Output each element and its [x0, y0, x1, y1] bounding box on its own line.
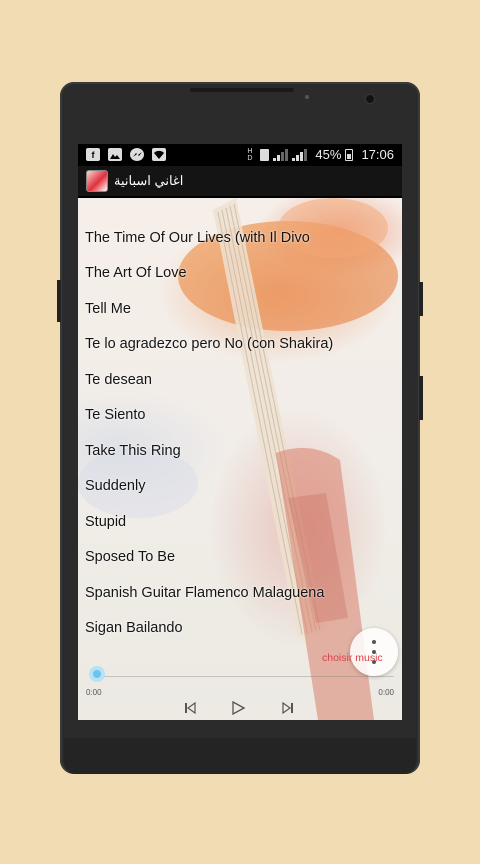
- facebook-icon: f: [86, 148, 100, 161]
- song-item[interactable]: Sigan Bailando: [85, 611, 339, 647]
- play-icon[interactable]: [230, 700, 246, 716]
- song-item[interactable]: Suddenly: [85, 469, 339, 505]
- signal-icon: [273, 148, 289, 161]
- wifi-icon: [152, 148, 166, 161]
- side-button: [419, 376, 423, 420]
- app-bar: اغاني اسبانية: [78, 166, 402, 196]
- volume-button: [57, 280, 61, 322]
- seek-bar[interactable]: [94, 676, 394, 677]
- song-item[interactable]: Stupid: [85, 504, 339, 540]
- song-item[interactable]: Take This Ring: [85, 433, 339, 469]
- song-item[interactable]: Te lo agradezco pero No (con Shakira): [85, 327, 339, 363]
- hd-icon: HD: [247, 147, 253, 162]
- seek-thumb[interactable]: [89, 666, 105, 682]
- song-list: The Time Of Our Lives (with Il Divo The …: [85, 220, 339, 646]
- song-item[interactable]: Te desean: [85, 362, 339, 398]
- status-bar: f HD 45% 17:06: [78, 144, 402, 166]
- song-item[interactable]: The Time Of Our Lives (with Il Divo: [85, 220, 339, 256]
- current-time: 0:00: [86, 688, 102, 697]
- song-item[interactable]: Sposed To Be: [85, 540, 339, 576]
- battery-percent: 45%: [315, 147, 342, 162]
- song-item[interactable]: Tell Me: [85, 291, 339, 327]
- app-title: اغاني اسبانية: [114, 173, 184, 188]
- song-item[interactable]: The Art Of Love: [85, 256, 339, 292]
- battery-icon: [345, 148, 354, 161]
- power-button: [419, 282, 423, 316]
- proximity-sensor: [305, 95, 309, 99]
- sim-icon: [260, 148, 270, 161]
- gallery-icon: [108, 148, 122, 161]
- next-icon[interactable]: [280, 700, 296, 716]
- app-logo-icon[interactable]: [86, 170, 108, 192]
- song-list-area: The Time Of Our Lives (with Il Divo The …: [78, 198, 402, 720]
- earpiece-speaker: [190, 88, 294, 92]
- choose-music-label[interactable]: choisir music: [322, 652, 383, 664]
- total-time: 0:00: [378, 688, 394, 697]
- clock: 17:06: [361, 147, 394, 162]
- messenger-icon: [130, 148, 144, 161]
- previous-icon[interactable]: [182, 700, 198, 716]
- song-item[interactable]: Spanish Guitar Flamenco Malaguena: [85, 575, 339, 611]
- phone-chin: [64, 738, 416, 774]
- phone-screen: f HD 45% 17:06 اغاني اسبانية The Time Of…: [78, 144, 402, 720]
- song-item[interactable]: Te Siento: [85, 398, 339, 434]
- signal-icon-2: [292, 148, 308, 161]
- front-camera: [365, 94, 375, 104]
